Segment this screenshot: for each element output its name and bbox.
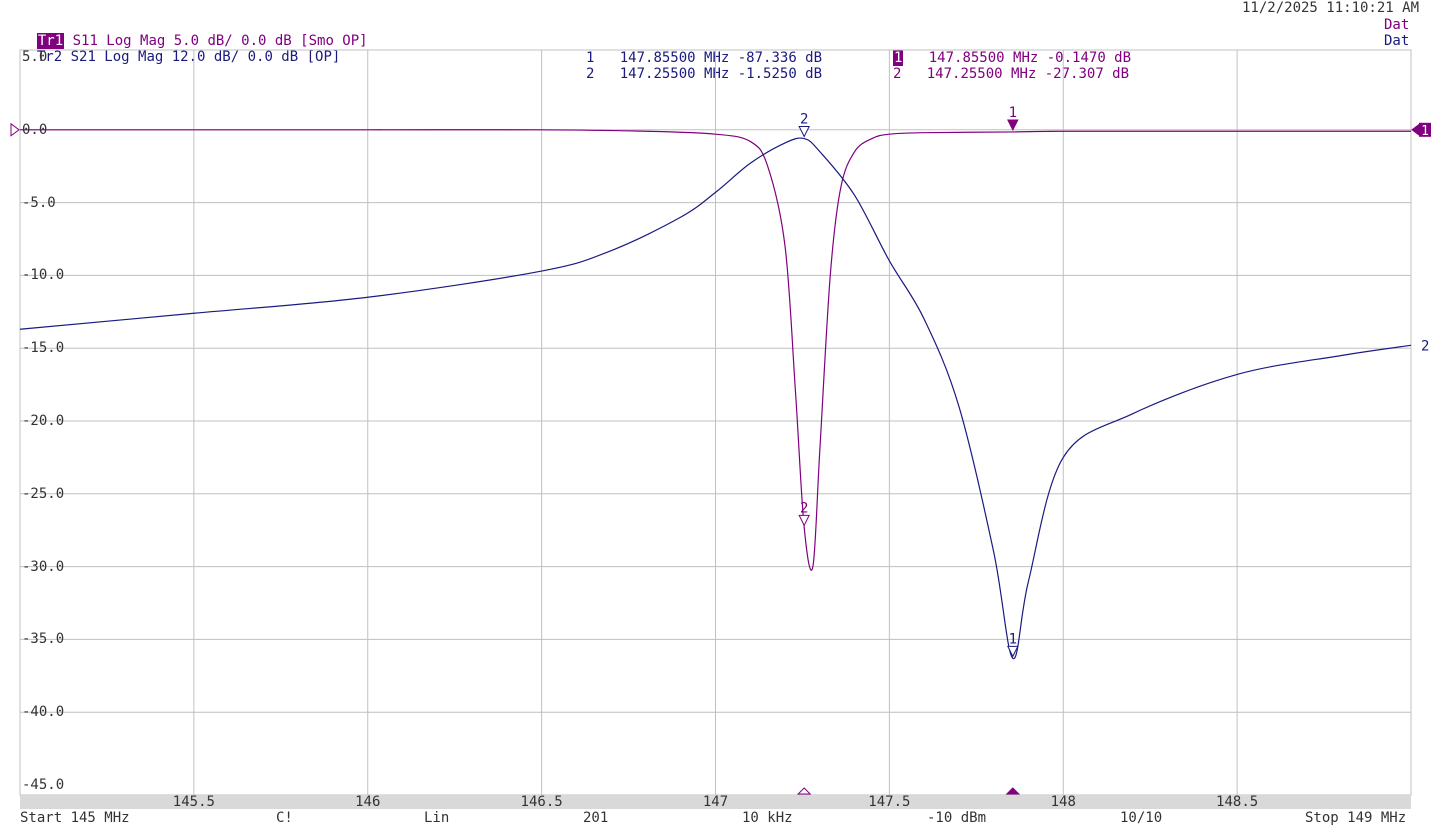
x-tick-label: 148	[1050, 794, 1076, 810]
stop-frequency[interactable]: Stop 149 MHz	[1305, 811, 1406, 825]
chart-area[interactable]: 1212 12	[0, 0, 1431, 828]
y-tick-label: -5.0	[22, 194, 56, 211]
marker-label: 1	[1009, 105, 1017, 121]
y-tick-label: 5.0	[22, 49, 48, 65]
averaging-count[interactable]: 10/10	[1120, 811, 1162, 825]
calibration-status[interactable]: C!	[276, 811, 293, 825]
y-tick-label: -10.0	[22, 267, 65, 284]
x-tick-label: 147.5	[868, 794, 911, 810]
y-tick-label: -20.0	[22, 413, 65, 429]
source-power[interactable]: -10 dBm	[927, 811, 986, 825]
y-tick-label: -30.0	[22, 558, 65, 575]
y-tick-label: -35.0	[22, 631, 65, 648]
trace2-end-label: 2	[1421, 338, 1429, 354]
marker-label: 2	[800, 500, 808, 516]
marker-label: 2	[800, 112, 808, 128]
markers: 1 2 1 2	[796, 105, 1021, 795]
y-tick-label: -15.0	[22, 340, 65, 357]
y-tick-label: -25.0	[22, 485, 65, 502]
y-tick-label: -40.0	[22, 704, 65, 721]
x-tick-label: 147	[702, 794, 729, 810]
marker-triangle	[1007, 119, 1019, 132]
x-tick-label: 145.5	[172, 794, 215, 810]
reference-level-arrow-right	[1411, 122, 1421, 137]
trace1-end-label: 1	[1421, 124, 1429, 139]
reference-arrows: 12	[10, 122, 1431, 354]
x-tick-label: 148.5	[1216, 794, 1259, 810]
grid	[19, 49, 1412, 796]
stimulus-marker	[1005, 787, 1021, 795]
y-tick-label: -45.0	[22, 777, 65, 793]
if-bandwidth[interactable]: 10 kHz	[742, 811, 793, 825]
sweep-type[interactable]: Lin	[424, 811, 449, 825]
y-tick-label: 0.0	[22, 121, 48, 138]
reference-level-arrow-left	[10, 122, 20, 137]
marker-triangle	[798, 514, 810, 527]
sweep-points[interactable]: 201	[583, 811, 608, 825]
x-tick-label: 146.5	[520, 794, 563, 810]
x-tick-label: 146	[355, 794, 381, 810]
start-frequency[interactable]: Start 145 MHz	[20, 811, 130, 825]
marker-triangle	[798, 126, 810, 138]
marker-label: 1	[1009, 631, 1017, 647]
stimulus-marker	[796, 787, 812, 795]
